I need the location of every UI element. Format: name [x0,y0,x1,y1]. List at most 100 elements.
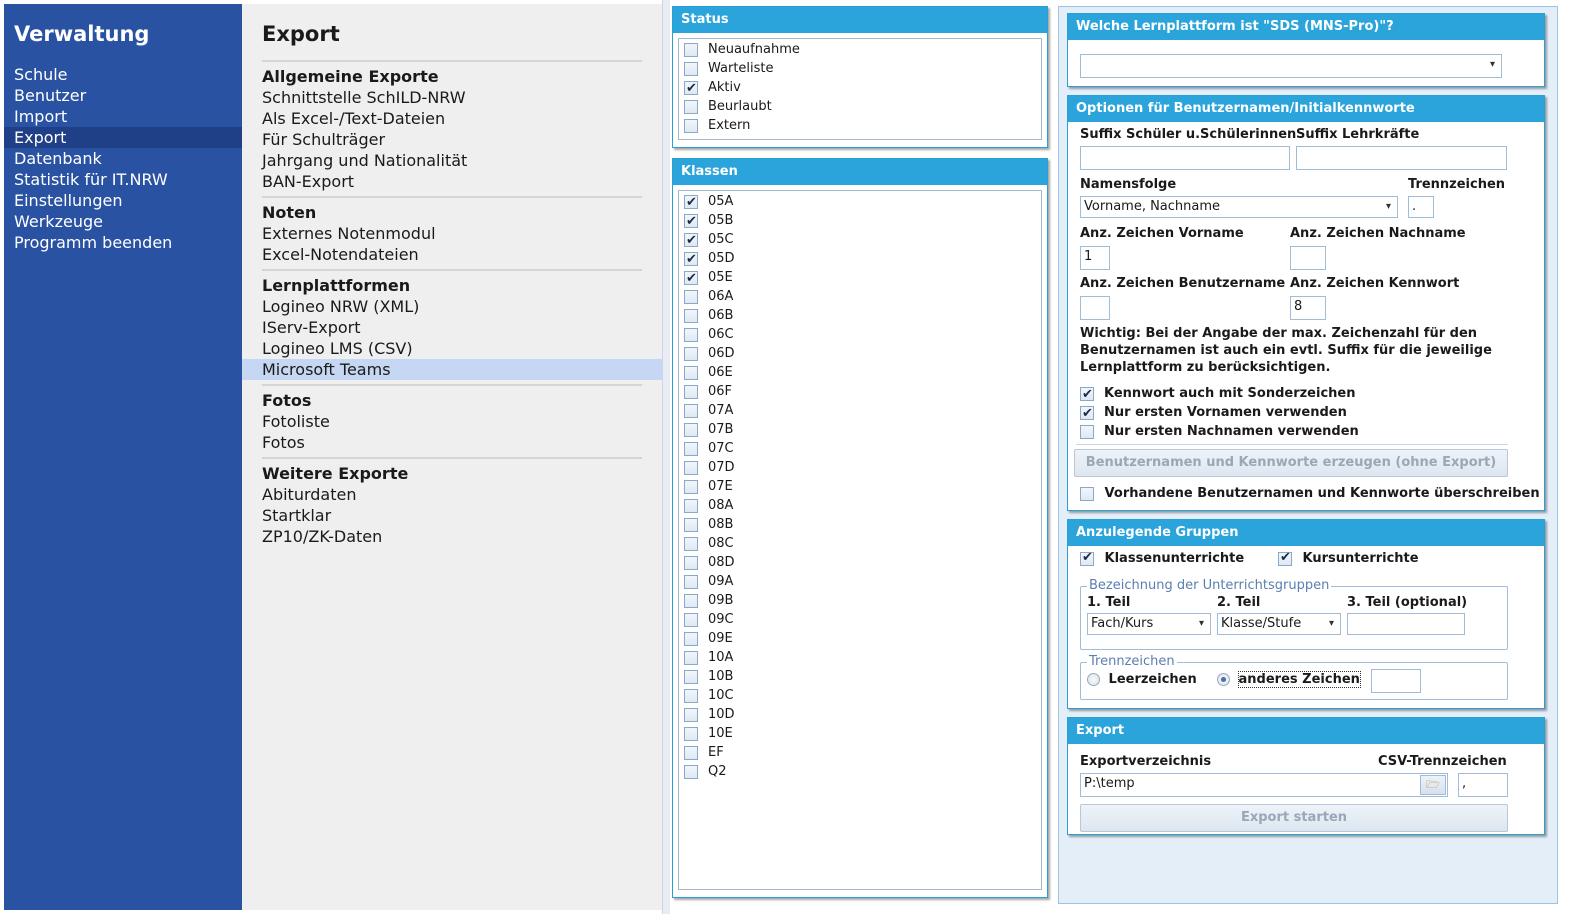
checkbox-row-06b[interactable]: 06B [684,306,1041,325]
checkbox-row-08d[interactable]: 08D [684,553,1041,572]
checkbox-row-05c[interactable]: 05C [684,230,1041,250]
checkbox-row-07b[interactable]: 07B [684,420,1041,439]
checkbox-09a[interactable] [684,574,698,589]
checkbox-row-neuaufnahme[interactable]: Neuaufnahme [684,40,1041,59]
checkbox-row-warteliste[interactable]: Warteliste [684,59,1041,78]
menu-item-als-excel-text-dateien[interactable]: Als Excel-/Text-Dateien [242,108,662,129]
suffix-schueler-input[interactable] [1080,146,1290,170]
menu-item-ban-export[interactable]: BAN-Export [242,171,662,192]
checkbox-row-07e[interactable]: 07E [684,477,1041,496]
checkbox-row-06e[interactable]: 06E [684,363,1041,382]
checkbox-07d[interactable] [684,460,698,475]
nav-item-export[interactable]: Export [4,127,242,148]
checkbox-row-05e[interactable]: 05E [684,268,1041,288]
ueberschreiben-row[interactable]: Vorhandene Benutzernamen und Kennworte ü… [1080,486,1540,501]
anz-kennwort-input[interactable]: 8 [1290,296,1326,320]
checkbox-06f[interactable] [684,384,698,399]
checkbox-row-09e[interactable]: 09E [684,629,1041,648]
nav-item-werkzeuge[interactable]: Werkzeuge [4,211,242,232]
kursunterrichte-checkbox[interactable] [1278,550,1292,566]
checkbox-10c[interactable] [684,688,698,703]
checkbox-07a[interactable] [684,403,698,418]
nav-item-import[interactable]: Import [4,106,242,127]
checkbox-10b[interactable] [684,669,698,684]
checkbox-05e[interactable] [684,269,698,288]
checkbox-08a[interactable] [684,498,698,513]
suffix-lehrer-input[interactable] [1296,146,1507,170]
nav-item-benutzer[interactable]: Benutzer [4,85,242,106]
checkbox-neuaufnahme[interactable] [684,42,698,57]
checkbox-row-10b[interactable]: 10B [684,667,1041,686]
checkbox-row-05a[interactable]: 05A [684,192,1041,212]
menu-item-zp10-zk-daten[interactable]: ZP10/ZK-Daten [242,526,662,547]
menu-item-excel-notendateien[interactable]: Excel-Notendateien [242,244,662,265]
menu-item-fotoliste[interactable]: Fotoliste [242,411,662,432]
menu-item-startklar[interactable]: Startklar [242,505,662,526]
namensfolge-select[interactable]: Vorname, Nachname [1080,196,1398,218]
checkbox-06e[interactable] [684,365,698,380]
checkbox-06b[interactable] [684,308,698,323]
checkbox-row-q2[interactable]: Q2 [684,762,1041,781]
menu-item-für-schulträger[interactable]: Für Schulträger [242,129,662,150]
checkbox-warteliste[interactable] [684,61,698,76]
checkbox-08b[interactable] [684,517,698,532]
checkbox-aktiv[interactable] [684,79,698,98]
checkbox-09e[interactable] [684,631,698,646]
teil2-select[interactable]: Klasse/Stufe [1217,613,1341,635]
checkbox-07c[interactable] [684,441,698,456]
anderes-option[interactable]: anderes Zeichen [1217,671,1361,688]
checkbox-row-10e[interactable]: 10E [684,724,1041,743]
checkbox-row-08a[interactable]: 08A [684,496,1041,515]
klassenunterrichte-row[interactable]: Klassenunterrichte [1080,550,1244,566]
menu-item-abiturdaten[interactable]: Abiturdaten [242,484,662,505]
folder-icon[interactable]: 🗁 [1420,775,1446,795]
export-starten-button[interactable]: Export starten [1080,804,1508,832]
checkbox-row-beurlaubt[interactable]: Beurlaubt [684,97,1041,116]
checkbox-10a[interactable] [684,650,698,665]
checkbox-row-09b[interactable]: 09B [684,591,1041,610]
menu-item-fotos[interactable]: Fotos [242,432,662,453]
checkbox-row-aktiv[interactable]: Aktiv [684,78,1041,98]
menu-item-schnittstelle-schild-nrw[interactable]: Schnittstelle SchILD-NRW [242,87,662,108]
anderes-radio[interactable] [1217,673,1230,686]
checkbox-row-08b[interactable]: 08B [684,515,1041,534]
checkbox-row-07a[interactable]: 07A [684,401,1041,420]
nav-item-programm-beenden[interactable]: Programm beenden [4,232,242,253]
checkbox-07b[interactable] [684,422,698,437]
checkbox-06d[interactable] [684,346,698,361]
nav-item-datenbank[interactable]: Datenbank [4,148,242,169]
checkbox-row-ef[interactable]: EF [684,743,1041,762]
menu-item-logineo-lms-csv[interactable]: Logineo LMS (CSV) [242,338,662,359]
klassenunterrichte-checkbox[interactable] [1080,550,1094,566]
plattform-select[interactable] [1080,54,1502,78]
checkbox-row-10d[interactable]: 10D [684,705,1041,724]
checkbox-09b[interactable] [684,593,698,608]
checkbox-05d[interactable] [684,250,698,269]
checkbox-ef[interactable] [684,745,698,760]
checkbox-row-07d[interactable]: 07D [684,458,1041,477]
exportverzeichnis-input[interactable]: P:\temp [1080,773,1448,797]
checkbox-nur-ersten-nachnamen-verwenden[interactable] [1080,424,1094,439]
checkbox-row-kennwort-auch-mit-sonderzeichen[interactable]: Kennwort auch mit Sonderzeichen [1080,384,1359,404]
checkbox-row-06d[interactable]: 06D [684,344,1041,363]
ueberschreiben-checkbox[interactable] [1080,486,1094,501]
checkbox-07e[interactable] [684,479,698,494]
checkbox-nur-ersten-vornamen-verwenden[interactable] [1080,404,1094,423]
checkbox-08c[interactable] [684,536,698,551]
anz-vorname-input[interactable]: 1 [1080,246,1110,270]
teil1-select[interactable]: Fach/Kurs [1087,613,1211,635]
klassen-list[interactable]: 05A 05B 05C 05D 05E 06A 06B 06C 06D 06E 06F 07A 07B 0… [678,190,1042,890]
anderes-zeichen-input[interactable] [1371,669,1421,693]
leerzeichen-option[interactable]: Leerzeichen [1087,672,1197,687]
csv-trennzeichen-input[interactable]: , [1458,773,1508,797]
erzeugen-button[interactable]: Benutzernamen und Kennworte erzeugen (oh… [1074,449,1508,477]
checkbox-extern[interactable] [684,118,698,133]
checkbox-q2[interactable] [684,764,698,779]
menu-item-iserv-export[interactable]: IServ-Export [242,317,662,338]
checkbox-row-07c[interactable]: 07C [684,439,1041,458]
checkbox-06a[interactable] [684,289,698,304]
trennzeichen-input[interactable]: . [1408,196,1434,218]
anz-nachname-input[interactable] [1290,246,1326,270]
checkbox-row-06f[interactable]: 06F [684,382,1041,401]
checkbox-05b[interactable] [684,212,698,231]
